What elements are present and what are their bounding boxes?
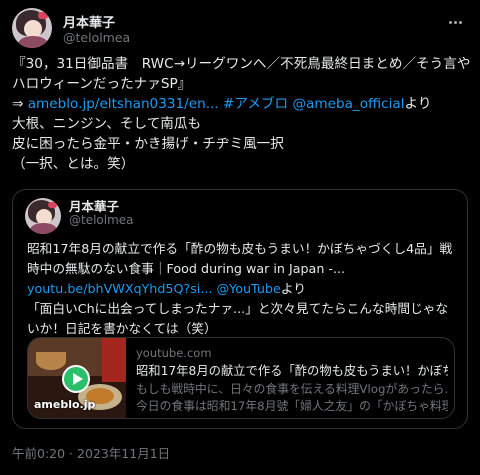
inline-link[interactable]: youtu.be/bhVWXqYhd5Q?si...: [27, 281, 212, 296]
text-line: 皮に困ったら金平・かき揚げ・チヂミ風一択: [12, 134, 470, 154]
text-segment: 皮に困ったら金平・かき揚げ・チヂミ風一択: [12, 136, 284, 152]
quoted-handle: @telolmea: [69, 213, 134, 227]
text-segment: （一択、とは。笑）: [12, 156, 135, 172]
thumbnail-brand: ameblo.jp: [34, 398, 96, 411]
card-description-line-2: 今日の食事は昭和17年8月號「婦人之友」の「かぼちゃ料理...: [136, 399, 448, 413]
tweet-text: 『30，31日御品書 RWC→リーグワンへ／不死鳥最終日まとめ／そう言や ハロウィ…: [12, 54, 470, 174]
text-line: 大根、ニンジン、そして南瓜も: [12, 114, 470, 134]
video-thumbnail[interactable]: ameblo.jp: [28, 338, 126, 418]
text-line: 昭和17年8月の献立で作る「酢の物も皮もうまい！かぼちゃづくし4品」戦: [27, 239, 463, 259]
quoted-text: 昭和17年8月の献立で作る「酢の物も皮もうまい！かぼちゃづくし4品」戦 時中の無駄…: [27, 239, 463, 339]
text-line: 『30，31日御品書 RWC→リーグワンへ／不死鳥最終日まとめ／そう言や: [12, 54, 470, 74]
tweet-timestamp[interactable]: 午前0:20 · 2023年11月1日: [12, 443, 170, 462]
inline-link[interactable]: @YouTube: [216, 281, 280, 296]
tweet-header: 月本華子 @telolmea: [12, 8, 468, 48]
avatar[interactable]: [12, 8, 52, 48]
text-segment: より: [280, 281, 306, 296]
text-line: 時中の無駄のない食事｜Food during war in Japan -...: [27, 259, 463, 279]
play-icon[interactable]: [62, 365, 90, 393]
quoted-tweet[interactable]: 月本華子 @telolmea 昭和17年8月の献立で作る「酢の物も皮もうまい！か…: [12, 189, 468, 429]
quoted-avatar[interactable]: [25, 198, 61, 234]
text-line: （一択、とは。笑）: [12, 154, 470, 174]
text-segment: より: [404, 96, 432, 112]
text-segment: いか！日記を書かなくては（笑）: [27, 321, 217, 336]
text-line: youtu.be/bhVWXqYhd5Q?si... @YouTubeより: [27, 279, 463, 299]
inline-link[interactable]: ameblo.jp/eltshan0331/en...: [28, 96, 219, 112]
text-segment: ⇒: [12, 96, 28, 112]
text-segment: ハロウィーンだったナァSP』: [12, 76, 192, 92]
more-options-icon[interactable]: [444, 12, 466, 32]
text-segment: 時中の無駄のない食事｜Food during war in Japan -...: [27, 261, 346, 276]
text-segment: 『30，31日御品書 RWC→リーグワンへ／不死鳥最終日まとめ／そう言や: [12, 56, 471, 72]
text-segment: 「面白いChに出会ってしまったナァ...」と次々見てたらこんな時間じゃな: [27, 301, 449, 316]
text-line: いか！日記を書かなくては（笑）: [27, 319, 463, 339]
text-line: 「面白いChに出会ってしまったナァ...」と次々見てたらこんな時間じゃな: [27, 299, 463, 319]
author-handle[interactable]: @telolmea: [63, 30, 130, 45]
card-title[interactable]: 昭和17年8月の献立で作る「酢の物も皮もうまい！かぼちゃづ: [136, 362, 448, 381]
text-segment: 昭和17年8月の献立で作る「酢の物も皮もうまい！かぼちゃづくし4品」戦: [27, 241, 453, 256]
text-line: ハロウィーンだったナァSP』: [12, 74, 470, 94]
text-segment: 大根、ニンジン、そして南瓜も: [12, 116, 202, 132]
card-domain: youtube.com: [136, 346, 212, 360]
text-line: ⇒ ameblo.jp/eltshan0331/en... #アメブロ @ame…: [12, 94, 470, 114]
card-description-line-1: もしも戦時中に、日々の食事を伝える料理Vlogがあったら...: [136, 382, 448, 396]
author-display-name[interactable]: 月本華子: [63, 12, 115, 31]
link-preview-card[interactable]: ameblo.jp youtube.com 昭和17年8月の献立で作る「酢の物も…: [27, 337, 455, 419]
inline-link[interactable]: #アメブロ: [223, 96, 288, 112]
inline-link[interactable]: @ameba_official: [292, 96, 404, 112]
